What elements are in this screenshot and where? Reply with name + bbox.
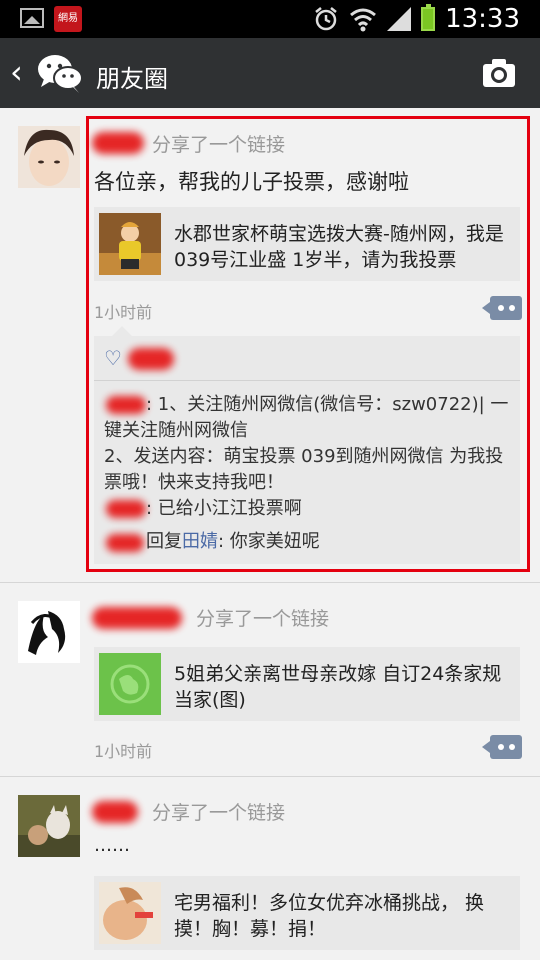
reply-target-name[interactable]: 田婧	[182, 531, 218, 552]
link-title: 5姐弟父亲离世母亲改嫁 自订24条家规当家(图)	[174, 663, 502, 711]
link-card[interactable]: 5姐弟父亲离世母亲改嫁 自订24条家规当家(图)	[94, 647, 520, 721]
wechat-logo-icon[interactable]	[36, 52, 84, 94]
comment[interactable]: 回复田婧: 你家美妞呢	[146, 529, 512, 555]
likes-row: ♡	[94, 336, 520, 381]
comment-button[interactable]	[482, 296, 522, 320]
link-thumbnail	[99, 882, 161, 944]
camera-icon[interactable]	[482, 58, 516, 88]
comment-button[interactable]	[482, 735, 522, 759]
shared-link-label: 分享了一个链接	[152, 802, 286, 824]
moment-post: 分享了一个链接 各位亲，帮我的儿子投票，感谢啦 水郡世家杯萌宝选拨大赛-随州网，…	[0, 108, 540, 578]
avatar[interactable]	[18, 126, 80, 188]
link-thumbnail	[99, 213, 161, 275]
blurred-liker-name[interactable]	[128, 348, 174, 370]
top-nav-bar: ‹ 朋友圈	[0, 38, 540, 108]
avatar[interactable]	[18, 795, 80, 857]
alarm-icon	[315, 7, 337, 31]
wifi-icon	[350, 8, 377, 32]
battery-icon	[421, 4, 436, 31]
moment-post: 分享了一个链接 …… 宅男福利！多位女优弃冰桶挑战， 换摸！胸！募！捐！	[0, 777, 540, 960]
blurred-username[interactable]	[92, 607, 182, 629]
blurred-username[interactable]	[92, 801, 138, 823]
avatar[interactable]	[18, 601, 80, 663]
shared-link-label: 分享了一个链接	[196, 608, 330, 630]
moment-post: 分享了一个链接 5姐弟父亲离世母亲改嫁 自订24条家规当家(图) 1小时前	[0, 583, 540, 783]
link-card[interactable]: 水郡世家杯萌宝选拨大赛-随州网，我是039号江业盛 1岁半，请为我投票	[94, 207, 520, 281]
signal-icon	[387, 7, 412, 31]
netease-app-icon: 網易	[54, 6, 82, 32]
interaction-panel: ♡ : 1、关注随州网微信(微信号：szw0722)| 一键关注随州网微信 2、…	[94, 326, 520, 564]
comment[interactable]: : 1、关注随州网微信(微信号：szw0722)| 一键关注随州网微信 2、发送…	[104, 392, 512, 496]
link-title: 宅男福利！多位女优弃冰桶挑战， 换摸！胸！募！捐！	[174, 892, 485, 940]
link-title: 水郡世家杯萌宝选拨大赛-随州网，我是039号江业盛 1岁半，请为我投票	[174, 223, 504, 271]
link-card[interactable]: 宅男福利！多位女优弃冰桶挑战， 换摸！胸！募！捐！	[94, 876, 520, 950]
post-text: ……	[94, 835, 130, 856]
comment-text: : 你家美妞呢	[218, 531, 320, 552]
status-bar: 網易 13:33	[0, 0, 540, 38]
shared-link-label: 分享了一个链接	[152, 134, 286, 156]
comment[interactable]: : 已给小江江投票啊	[104, 496, 512, 522]
blurred-commenter-name[interactable]	[106, 534, 144, 552]
image-icon	[20, 8, 44, 28]
chevron-left-icon[interactable]: ‹	[10, 54, 23, 90]
clock: 13:33	[445, 4, 520, 34]
post-time: 1小时前	[94, 303, 153, 322]
reply-word: 回复	[146, 531, 182, 552]
page-title: 朋友圈	[96, 65, 168, 93]
post-text: 各位亲，帮我的儿子投票，感谢啦	[94, 170, 409, 194]
blurred-username[interactable]	[92, 132, 144, 154]
post-time: 1小时前	[94, 742, 153, 761]
heart-icon: ♡	[104, 346, 122, 370]
link-thumbnail	[99, 653, 161, 715]
